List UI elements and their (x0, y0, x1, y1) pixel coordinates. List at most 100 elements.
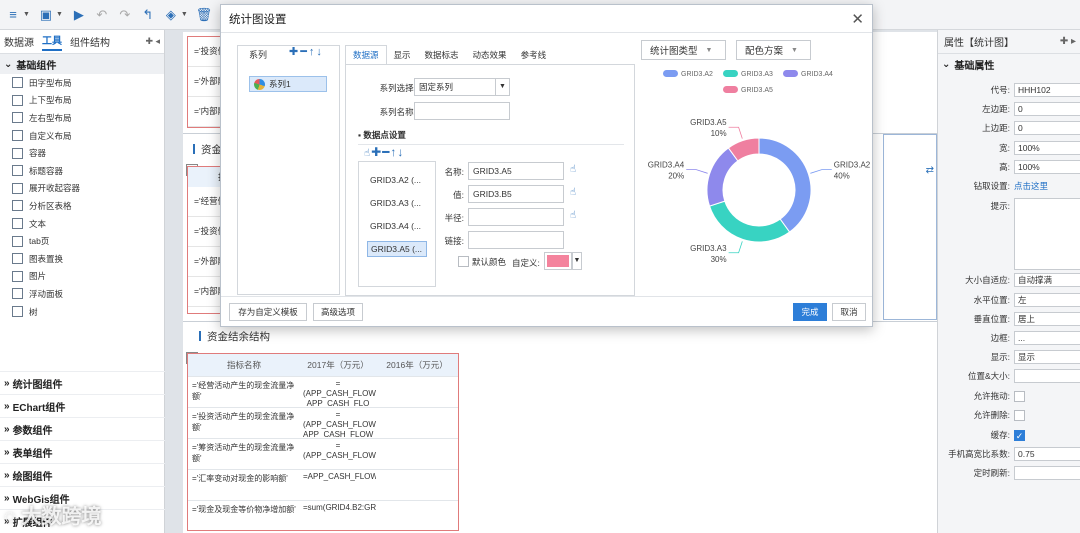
series-name-input[interactable] (414, 102, 510, 120)
component-group[interactable]: » 参数组件 (0, 417, 165, 440)
redo-icon[interactable]: ↷ (118, 8, 132, 22)
pin-icon[interactable]: ✚ ▸ (1060, 36, 1076, 47)
property-input[interactable]: 左 (1014, 293, 1080, 307)
chart-type-button[interactable]: 统计图类型 ▼ (641, 40, 726, 60)
component-item[interactable]: 文本 (0, 215, 164, 233)
table-row[interactable]: ='汇率变动对现金的影响额' =APP_CASH_FLOW.PRO_HL/1000… (188, 469, 458, 500)
tab-config[interactable]: 显示 (387, 45, 418, 65)
component-group[interactable]: » EChart组件 (0, 394, 165, 417)
value-input[interactable]: GRID3.B5 (468, 185, 564, 203)
property-checkbox[interactable] (1014, 390, 1025, 402)
component-item[interactable]: 图表置换 (0, 250, 164, 268)
delete-icon[interactable]: 🗑 (196, 8, 213, 22)
tab-tools[interactable]: 工具 (42, 32, 62, 51)
component-group[interactable]: » 表单组件 (0, 440, 165, 463)
series-select[interactable]: 固定系列 ▼ (414, 78, 510, 96)
component-item[interactable]: 田字型布局 (0, 74, 164, 92)
legend-item[interactable]: GRID3.A5 (723, 86, 773, 94)
datapoint-item[interactable]: GRID3.A2 (... (367, 172, 427, 188)
property-input[interactable] (1014, 369, 1080, 383)
run-icon[interactable]: ▶ (72, 8, 86, 22)
pie-slice[interactable] (706, 147, 739, 207)
tab-config[interactable]: 参考线 (514, 45, 554, 65)
component-item[interactable]: 容器 (0, 144, 164, 162)
tab-component-structure[interactable]: 组件结构 (70, 34, 110, 49)
datapoint-item[interactable]: GRID3.A3 (... (367, 195, 427, 211)
paint-caret-icon[interactable]: ▼ (181, 11, 188, 18)
component-item[interactable]: 图片 (0, 268, 164, 286)
component-item[interactable]: 分析区表格 (0, 197, 164, 215)
datapoint-item[interactable]: GRID3.A5 (... (367, 241, 427, 257)
component-group[interactable]: » 统计图组件 (0, 371, 165, 394)
remove-icon[interactable]: ━ (300, 46, 309, 58)
property-input[interactable]: 0 (1014, 121, 1080, 135)
property-input[interactable]: 0.75 (1014, 447, 1080, 461)
component-group[interactable]: » 绘图组件 (0, 463, 165, 486)
menu-icon[interactable]: ≡ (6, 8, 20, 22)
property-input[interactable]: 100% (1014, 141, 1080, 155)
property-input[interactable]: ... (1014, 331, 1080, 345)
property-checkbox[interactable] (1014, 409, 1025, 421)
component-item[interactable]: tab页 (0, 232, 164, 250)
component-item[interactable]: 展开收起容器 (0, 180, 164, 198)
table-row[interactable]: ='筹资活动产生的现金流量净额' =(APP_CASH_FLOW.IN_WBCZ+… (188, 438, 458, 469)
chart-edit-icon[interactable]: ⇄ (926, 165, 934, 176)
tab-series[interactable]: 系列 (238, 45, 278, 65)
pie-slice[interactable] (758, 137, 812, 233)
hand-icon[interactable]: ☝ (570, 187, 576, 198)
property-checkbox[interactable]: ✓ (1014, 429, 1025, 441)
chart-block-outline[interactable]: ⇄ (883, 134, 937, 320)
move-down-icon[interactable]: ↓ (316, 46, 324, 58)
hand-icon[interactable]: ☝ (570, 164, 576, 175)
property-input[interactable]: HHH102 (1014, 83, 1080, 97)
legend-item[interactable]: GRID3.A3 (723, 70, 773, 78)
legend-item[interactable]: GRID3.A2 (663, 70, 713, 78)
color-scheme-button[interactable]: 配色方案 ▼ (736, 40, 811, 60)
link-input[interactable] (468, 231, 564, 249)
save-caret-icon[interactable]: ▼ (56, 11, 63, 18)
pin-icon[interactable]: ✚ ◂ (145, 36, 160, 47)
component-item[interactable]: 自定义布局 (0, 127, 164, 145)
table-row[interactable]: ='现金及现金等价物净增加额' =sum(GRID4.B2:GRID4.B5) (188, 500, 458, 530)
back-icon[interactable]: ↰ (141, 8, 155, 22)
custom-color-swatch[interactable] (544, 252, 572, 270)
save-template-button[interactable]: 存为自定义模板 (229, 303, 307, 321)
finish-button[interactable]: 完成 (793, 303, 827, 321)
property-input[interactable] (1014, 198, 1080, 270)
pie-slice[interactable] (708, 200, 791, 243)
property-input[interactable] (1014, 466, 1080, 480)
component-item[interactable]: 左右型布局 (0, 109, 164, 127)
add-icon[interactable]: ✚ (289, 46, 300, 58)
datapoint-item[interactable]: GRID3.A4 (... (367, 218, 427, 234)
chevron-down-icon[interactable]: ▼ (572, 252, 582, 270)
default-color-checkbox[interactable] (458, 256, 469, 267)
advanced-options-button[interactable]: 高级选项 (313, 303, 363, 321)
close-icon[interactable]: ✕ (851, 10, 864, 28)
tab-config[interactable]: 数据源 (345, 45, 387, 65)
cancel-button[interactable]: 取消 (832, 303, 866, 321)
property-input[interactable]: 0 (1014, 102, 1080, 116)
basic-components-header[interactable]: ⌄ 基础组件 (0, 54, 164, 74)
basic-properties-header[interactable]: ⌄ 基础属性 (938, 54, 1080, 74)
property-input[interactable]: 显示 (1014, 350, 1080, 364)
menu-caret-icon[interactable]: ▼ (23, 11, 30, 18)
tab-config[interactable]: 动态效果 (466, 45, 514, 65)
component-item[interactable]: 标题容器 (0, 162, 164, 180)
series-item[interactable]: 系列1 (249, 76, 327, 92)
paint-icon[interactable]: ◈ (164, 8, 178, 22)
move-down-icon[interactable]: ↓ (397, 145, 404, 159)
component-item[interactable]: 浮动面板 (0, 285, 164, 303)
legend-item[interactable]: GRID3.A4 (783, 70, 833, 78)
cash-balance-table[interactable]: 指标名称 2017年（万元） 2016年（万元） ='经营活动产生的现金流量净额… (187, 353, 459, 531)
tab-config[interactable]: 数据标志 (418, 45, 466, 65)
drill-settings-link[interactable]: 点击这里 (1014, 180, 1048, 192)
undo-icon[interactable]: ↶ (95, 8, 109, 22)
tab-datasource[interactable]: 数据源 (4, 34, 34, 49)
add-icon[interactable]: ✚ (371, 145, 382, 159)
component-item[interactable]: 树 (0, 303, 164, 321)
table-row[interactable]: ='投资活动产生的现金流量净额' =(APP_CASH_FLOW.IN_INVES… (188, 407, 458, 438)
property-input[interactable]: 居上 (1014, 312, 1080, 326)
radius-input[interactable] (468, 208, 564, 226)
table-row[interactable]: ='经营活动产生的现金流量净额' =(APP_CASH_FLOW.IN_MANAG… (188, 376, 458, 407)
save-icon[interactable]: ▣ (39, 8, 53, 22)
